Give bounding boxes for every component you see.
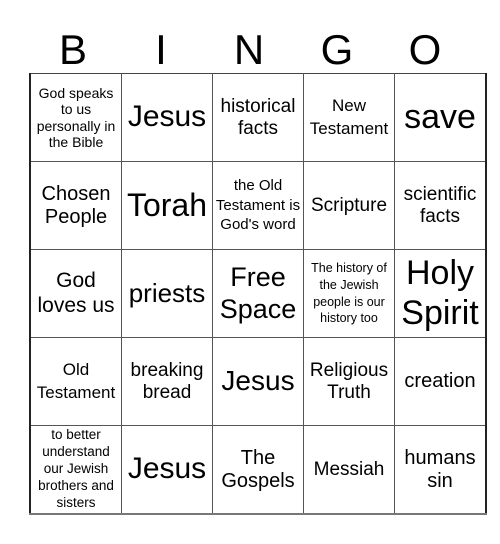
grid-row: God speaks to us personally in the Bible… [29, 73, 487, 162]
bingo-cell[interactable]: Holy Spirit [394, 249, 487, 338]
bingo-cell[interactable]: save [394, 73, 487, 162]
bingo-cell[interactable]: Torah [121, 161, 213, 250]
header-letter-o: O [408, 26, 442, 73]
bingo-header: B I N G O [29, 28, 470, 72]
bingo-cell[interactable]: God loves us [29, 249, 122, 338]
grid-row: Old Testament breaking bread Jesus Relig… [29, 337, 487, 426]
bingo-cell[interactable]: Old Testament [29, 337, 122, 426]
bingo-cell[interactable]: Jesus [212, 337, 304, 426]
bingo-cell[interactable]: New Testament [303, 73, 395, 162]
header-letter-i: I [155, 26, 167, 73]
header-letter-n: N [233, 26, 265, 73]
bingo-cell[interactable]: Jesus [121, 425, 213, 515]
grid-row: to better understand our Jewish brothers… [29, 425, 487, 515]
bingo-cell[interactable]: priests [121, 249, 213, 338]
bingo-cell[interactable]: Messiah [303, 425, 395, 515]
bingo-cell-free-space[interactable]: Free Space [212, 249, 304, 338]
grid-row: God loves us priests Free Space The hist… [29, 249, 487, 338]
bingo-cell[interactable]: Scripture [303, 161, 395, 250]
bingo-cell[interactable]: the Old Testament is God's word [212, 161, 304, 250]
bingo-grid: God speaks to us personally in the Bible… [29, 73, 487, 515]
bingo-cell[interactable]: The history of the Jewish people is our … [303, 249, 395, 338]
header-letter-g: G [320, 26, 354, 73]
bingo-cell[interactable]: scientific facts [394, 161, 487, 250]
bingo-cell[interactable]: creation [394, 337, 487, 426]
bingo-cell[interactable]: Religious Truth [303, 337, 395, 426]
bingo-cell[interactable]: to better understand our Jewish brothers… [29, 425, 122, 515]
bingo-cell[interactable]: God speaks to us personally in the Bible [29, 73, 122, 162]
bingo-cell[interactable]: breaking bread [121, 337, 213, 426]
bingo-cell[interactable]: Jesus [121, 73, 213, 162]
grid-row: Chosen People Torah the Old Testament is… [29, 161, 487, 250]
header-letter-b: B [58, 26, 87, 73]
bingo-cell[interactable]: humans sin [394, 425, 487, 515]
bingo-cell[interactable]: Chosen People [29, 161, 122, 250]
bingo-cell[interactable]: historical facts [212, 73, 304, 162]
bingo-cell[interactable]: The Gospels [212, 425, 304, 515]
